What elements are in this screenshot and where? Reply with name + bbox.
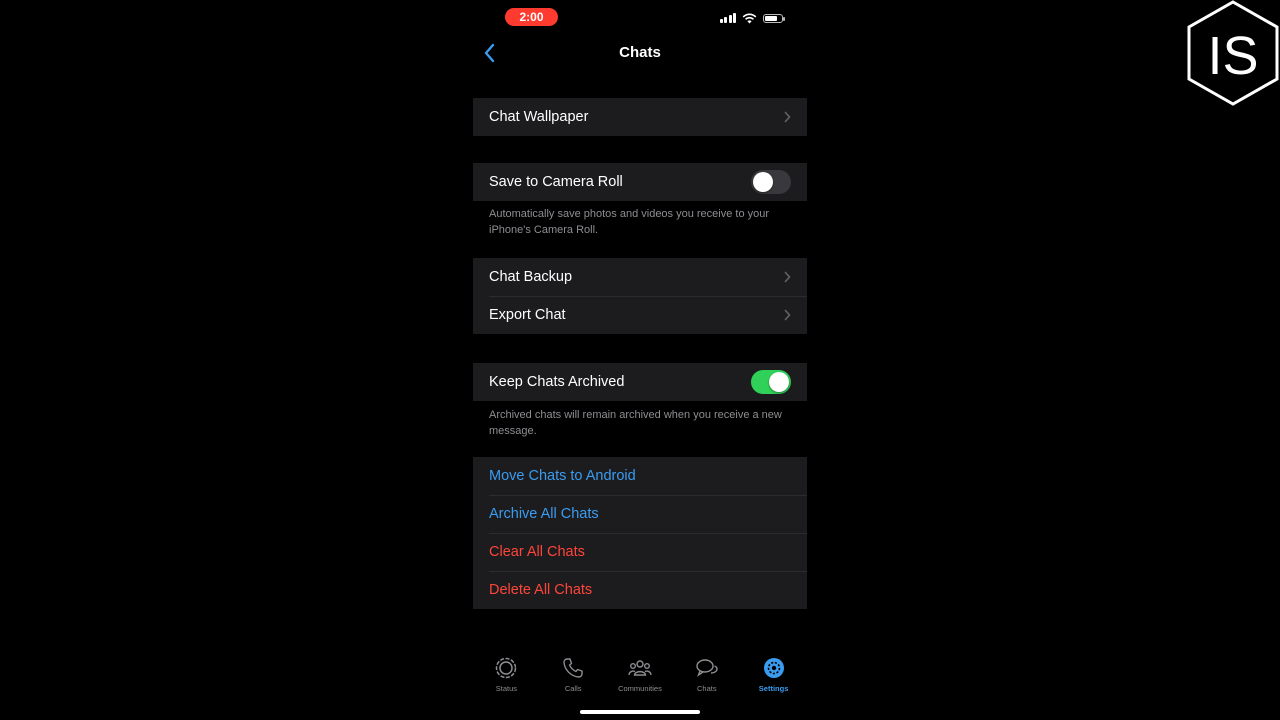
tab-calls-label: Calls	[564, 684, 582, 693]
chevron-right-icon	[784, 271, 791, 283]
move-chats-to-android-label: Move Chats to Android	[489, 468, 636, 484]
chat-wallpaper-row[interactable]: Chat Wallpaper	[473, 98, 807, 136]
page-title: Chats	[619, 44, 661, 61]
tab-communities[interactable]: Communities	[610, 656, 670, 700]
export-chat-label: Export Chat	[489, 307, 566, 323]
tab-chats-label: Chats	[696, 684, 717, 693]
save-to-camera-roll-toggle[interactable]	[751, 170, 791, 194]
clear-all-chats-button[interactable]: Clear All Chats	[473, 533, 807, 571]
move-chats-to-android-button[interactable]: Move Chats to Android	[473, 457, 807, 495]
channel-logo: IS	[1187, 0, 1279, 106]
tab-status-label: Status	[495, 684, 518, 693]
settings-gear-icon	[763, 658, 784, 678]
phone-icon	[563, 658, 583, 678]
communities-icon	[628, 660, 652, 676]
logo-text: IS	[1207, 26, 1258, 86]
phone-screen: 2:00 Chats Chat Wallpaper Save to Camera…	[473, 0, 807, 720]
delete-all-chats-button[interactable]: Delete All Chats	[473, 571, 807, 609]
chat-backup-row[interactable]: Chat Backup	[473, 258, 807, 296]
save-to-camera-roll-row: Save to Camera Roll	[473, 163, 807, 201]
chat-bubbles-icon	[696, 659, 718, 677]
camera-roll-group: Save to Camera Roll	[473, 163, 807, 201]
home-indicator	[580, 710, 700, 714]
tab-settings-label: Settings	[758, 684, 789, 693]
status-time: 2:00	[505, 8, 558, 26]
tab-settings[interactable]: Settings	[744, 656, 804, 700]
battery-icon	[763, 13, 785, 23]
archive-all-chats-label: Archive All Chats	[489, 506, 599, 522]
delete-all-chats-label: Delete All Chats	[489, 582, 593, 598]
tab-status[interactable]: Status	[476, 656, 536, 700]
keep-archived-footnote: Archived chats will remain archived when…	[489, 409, 782, 437]
chat-actions-group: Move Chats to Android Archive All Chats …	[473, 457, 807, 609]
chevron-right-icon	[784, 111, 791, 123]
wallpaper-group: Chat Wallpaper	[473, 98, 807, 136]
save-to-camera-roll-label: Save to Camera Roll	[489, 174, 623, 190]
tab-calls[interactable]: Calls	[543, 656, 603, 700]
archive-all-chats-button[interactable]: Archive All Chats	[473, 495, 807, 533]
cellular-signal-icon	[719, 13, 736, 23]
keep-chats-archived-toggle[interactable]	[751, 370, 791, 394]
clear-all-chats-label: Clear All Chats	[489, 544, 585, 560]
tab-chats[interactable]: Chats	[677, 656, 737, 700]
tab-bar: Status Calls Communities Chats Settings	[473, 656, 807, 700]
wifi-icon	[742, 13, 757, 23]
export-chat-row[interactable]: Export Chat	[473, 296, 807, 334]
keep-chats-archived-row: Keep Chats Archived	[473, 363, 807, 401]
chevron-right-icon	[784, 309, 791, 321]
backup-export-group: Chat Backup Export Chat	[473, 258, 807, 334]
keep-chats-archived-label: Keep Chats Archived	[489, 374, 625, 390]
status-icons	[719, 11, 785, 25]
camera-roll-footnote: Automatically save photos and videos you…	[489, 208, 770, 236]
chat-backup-label: Chat Backup	[489, 269, 573, 285]
keep-archived-group: Keep Chats Archived	[473, 363, 807, 401]
chat-wallpaper-label: Chat Wallpaper	[489, 109, 589, 125]
tab-communities-label: Communities	[618, 684, 662, 693]
status-icon	[496, 657, 517, 679]
